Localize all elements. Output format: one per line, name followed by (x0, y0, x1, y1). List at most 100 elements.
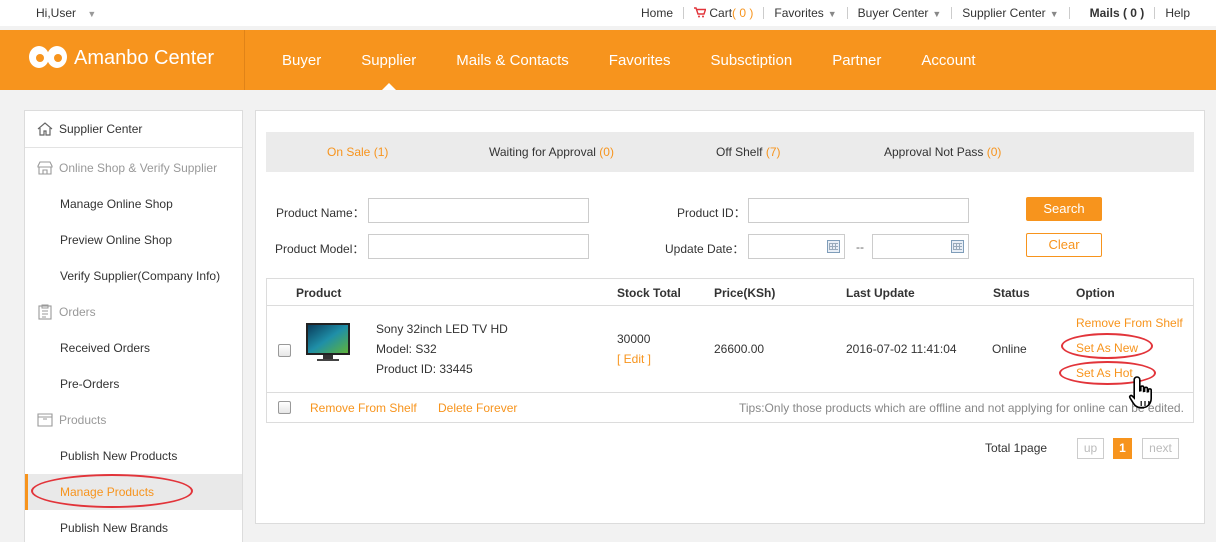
column-header-status: Status (993, 286, 1030, 300)
sidebar-item-received-orders[interactable]: Received Orders (25, 330, 242, 366)
product-name-label: Product Name： (276, 206, 365, 220)
buyer-center-menu[interactable]: Buyer Center ▼ (848, 6, 952, 20)
sidebar-item-label: Publish New Brands (60, 521, 169, 535)
product-model-input[interactable] (368, 234, 589, 259)
tips-text: Tips:Only those products which are offli… (739, 401, 1184, 415)
bulk-delete-forever-link[interactable]: Delete Forever (438, 401, 517, 415)
current-page[interactable]: 1 (1113, 438, 1132, 459)
header-divider (244, 30, 245, 90)
favorites-label: Favorites (774, 6, 824, 20)
product-name-input[interactable] (368, 198, 589, 223)
column-header-stock: Stock Total (617, 286, 681, 300)
page-total: Total 1page (985, 441, 1048, 455)
tab-on-sale[interactable]: On Sale (1) (327, 145, 388, 159)
nav-supplier[interactable]: Supplier (341, 30, 436, 90)
buyer-center-label: Buyer Center (857, 6, 929, 20)
tab-waiting-approval[interactable]: Waiting for Approval (0) (489, 145, 614, 159)
chevron-down-icon: ▼ (932, 9, 942, 19)
tab-count: (7) (765, 145, 781, 159)
product-id-label: Product ID： (677, 206, 746, 220)
calendar-icon[interactable] (951, 240, 964, 253)
shop-icon (37, 160, 53, 176)
tab-approval-not-pass[interactable]: Approval Not Pass (0) (884, 145, 1001, 159)
cart-label: Cart (709, 6, 733, 20)
nav-favorites[interactable]: Favorites (589, 30, 691, 90)
calendar-icon[interactable] (827, 240, 840, 253)
product-model-label: Product Model： (275, 242, 365, 256)
sidebar-item-pre-orders[interactable]: Pre-Orders (25, 366, 242, 402)
sidebar-item-label: Preview Online Shop (60, 233, 173, 247)
sidebar-item-supplier-center[interactable]: Supplier Center (25, 111, 242, 147)
sidebar-section-label: Products (59, 413, 107, 427)
nav-buyer[interactable]: Buyer (262, 30, 341, 90)
row-checkbox[interactable] (278, 344, 291, 357)
tab-label: Approval Not Pass (884, 145, 984, 159)
sidebar-item-label: Manage Online Shop (60, 197, 173, 211)
product-id: Product ID: 33445 (376, 362, 473, 376)
column-header-option: Option (1076, 286, 1115, 300)
cart-icon (694, 7, 707, 18)
nav-mails-contacts[interactable]: Mails & Contacts (436, 30, 589, 90)
search-button[interactable]: Search (1026, 197, 1102, 221)
sidebar-item-label: Publish New Products (60, 449, 178, 463)
home-link[interactable]: Home (631, 6, 683, 20)
sidebar-item-preview-online-shop[interactable]: Preview Online Shop (25, 222, 242, 258)
next-page-button[interactable]: next (1142, 438, 1179, 459)
favorites-menu[interactable]: Favorites ▼ (764, 6, 846, 20)
prev-page-button[interactable]: up (1077, 438, 1104, 459)
bulk-remove-from-shelf-link[interactable]: Remove From Shelf (310, 401, 417, 415)
sidebar-item-verify-supplier[interactable]: Verify Supplier(Company Info) (25, 258, 242, 294)
supplier-center-menu[interactable]: Supplier Center ▼ (952, 6, 1068, 20)
date-from-input[interactable] (748, 234, 845, 259)
sidebar-section-products: Products (25, 402, 242, 438)
update-date-label: Update Date： (665, 242, 745, 256)
top-bar: Hi,User ▼ Home Cart( 0 ) Favorites ▼ Buye… (0, 0, 1216, 26)
help-link[interactable]: Help (1155, 6, 1216, 20)
sidebar-item-label: Received Orders (60, 341, 151, 355)
nav-partner[interactable]: Partner (812, 30, 901, 90)
divider (267, 305, 1193, 306)
product-name[interactable]: Sony 32inch LED TV HD (376, 322, 508, 336)
sidebar-item-label: Pre-Orders (60, 377, 120, 391)
user-menu[interactable]: Hi,User ▼ (36, 6, 96, 20)
mails-label: Mails (1089, 6, 1120, 20)
cart-count: ( 0 ) (732, 6, 754, 20)
tab-count: (0) (986, 145, 1002, 159)
sidebar-section-online-shop: Online Shop & Verify Supplier (25, 150, 242, 186)
sidebar-item-publish-new-products[interactable]: Publish New Products (25, 438, 242, 474)
mails-link[interactable]: Mails ( 0 ) (1070, 6, 1155, 20)
status: Online (992, 342, 1027, 356)
date-to-input[interactable] (872, 234, 969, 259)
brand-logo[interactable]: Amanbo Center (28, 43, 214, 73)
divider (25, 147, 242, 148)
nav-account[interactable]: Account (901, 30, 995, 90)
brand-title: Amanbo Center (74, 46, 215, 69)
column-header-last-update: Last Update (846, 286, 915, 300)
select-all-checkbox[interactable] (278, 401, 291, 414)
remove-from-shelf-link[interactable]: Remove From Shelf (1076, 316, 1183, 330)
product-thumbnail[interactable] (305, 319, 351, 369)
chevron-down-icon: ▼ (827, 9, 837, 19)
product-table: Product Stock Total Price(KSh) Last Upda… (266, 278, 1194, 423)
sidebar-item-label: Supplier Center (59, 122, 143, 136)
sidebar-item-manage-online-shop[interactable]: Manage Online Shop (25, 186, 242, 222)
tab-label: Waiting for Approval (489, 145, 596, 159)
sidebar-section-orders: Orders (25, 294, 242, 330)
product-id-input[interactable] (748, 198, 969, 223)
tab-off-shelf[interactable]: Off Shelf (7) (716, 145, 781, 159)
main-nav: Buyer Supplier Mails & Contacts Favorite… (262, 30, 996, 90)
home-icon (37, 121, 53, 137)
clipboard-icon (37, 304, 53, 320)
greeting-text: Hi,User (36, 6, 77, 20)
edit-stock-link[interactable]: [ Edit ] (617, 352, 651, 366)
top-links: Home Cart( 0 ) Favorites ▼ Buyer Center ▼ … (631, 0, 1216, 26)
nav-subscription[interactable]: Subsctiption (690, 30, 812, 90)
chevron-down-icon: ▼ (1049, 9, 1059, 19)
annotation-circle (31, 474, 193, 508)
clear-button[interactable]: Clear (1026, 233, 1102, 257)
sidebar-section-label: Orders (59, 305, 96, 319)
sidebar-item-label: Verify Supplier(Company Info) (60, 269, 221, 283)
cart-link[interactable]: Cart( 0 ) (684, 6, 763, 20)
divider (267, 392, 1193, 393)
sidebar-item-publish-new-brands[interactable]: Publish New Brands (25, 510, 242, 542)
